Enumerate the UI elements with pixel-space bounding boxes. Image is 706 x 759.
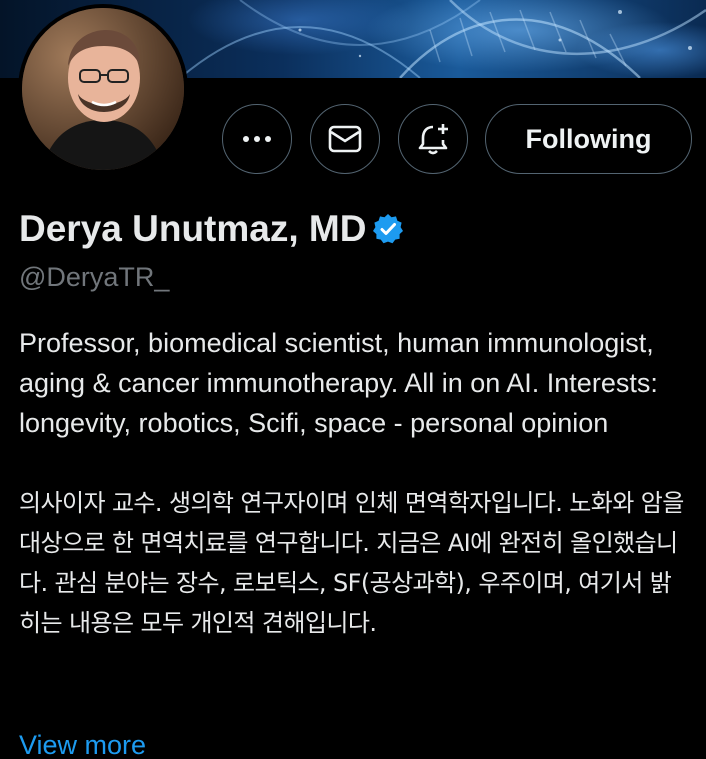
profile-name-row: Derya Unutmaz, MD <box>19 208 404 250</box>
verified-badge-icon[interactable] <box>372 213 404 245</box>
view-more-link[interactable]: View more <box>19 730 146 759</box>
profile-avatar[interactable] <box>22 8 184 170</box>
bio-english: Professor, biomedical scientist, human i… <box>19 328 658 438</box>
bio-korean: 의사이자 교수. 생의학 연구자이며 인체 면역학자입니다. 노화와 암을 대상… <box>19 489 684 637</box>
following-button[interactable]: Following <box>485 104 692 174</box>
message-button[interactable] <box>310 104 380 174</box>
bell-plus-icon <box>418 124 448 155</box>
envelope-icon <box>328 125 362 153</box>
display-name: Derya Unutmaz, MD <box>19 208 367 249</box>
ellipsis-icon <box>243 136 271 142</box>
profile-bio: Professor, biomedical scientist, human i… <box>19 323 689 643</box>
avatar-portrait <box>22 8 184 170</box>
following-label: Following <box>525 123 652 154</box>
more-options-button[interactable] <box>222 104 292 174</box>
profile-page: Following Derya Unutmaz, MD @DeryaTR_ Pr… <box>0 0 706 759</box>
notifications-button[interactable] <box>398 104 468 174</box>
profile-handle: @DeryaTR_ <box>19 262 170 292</box>
